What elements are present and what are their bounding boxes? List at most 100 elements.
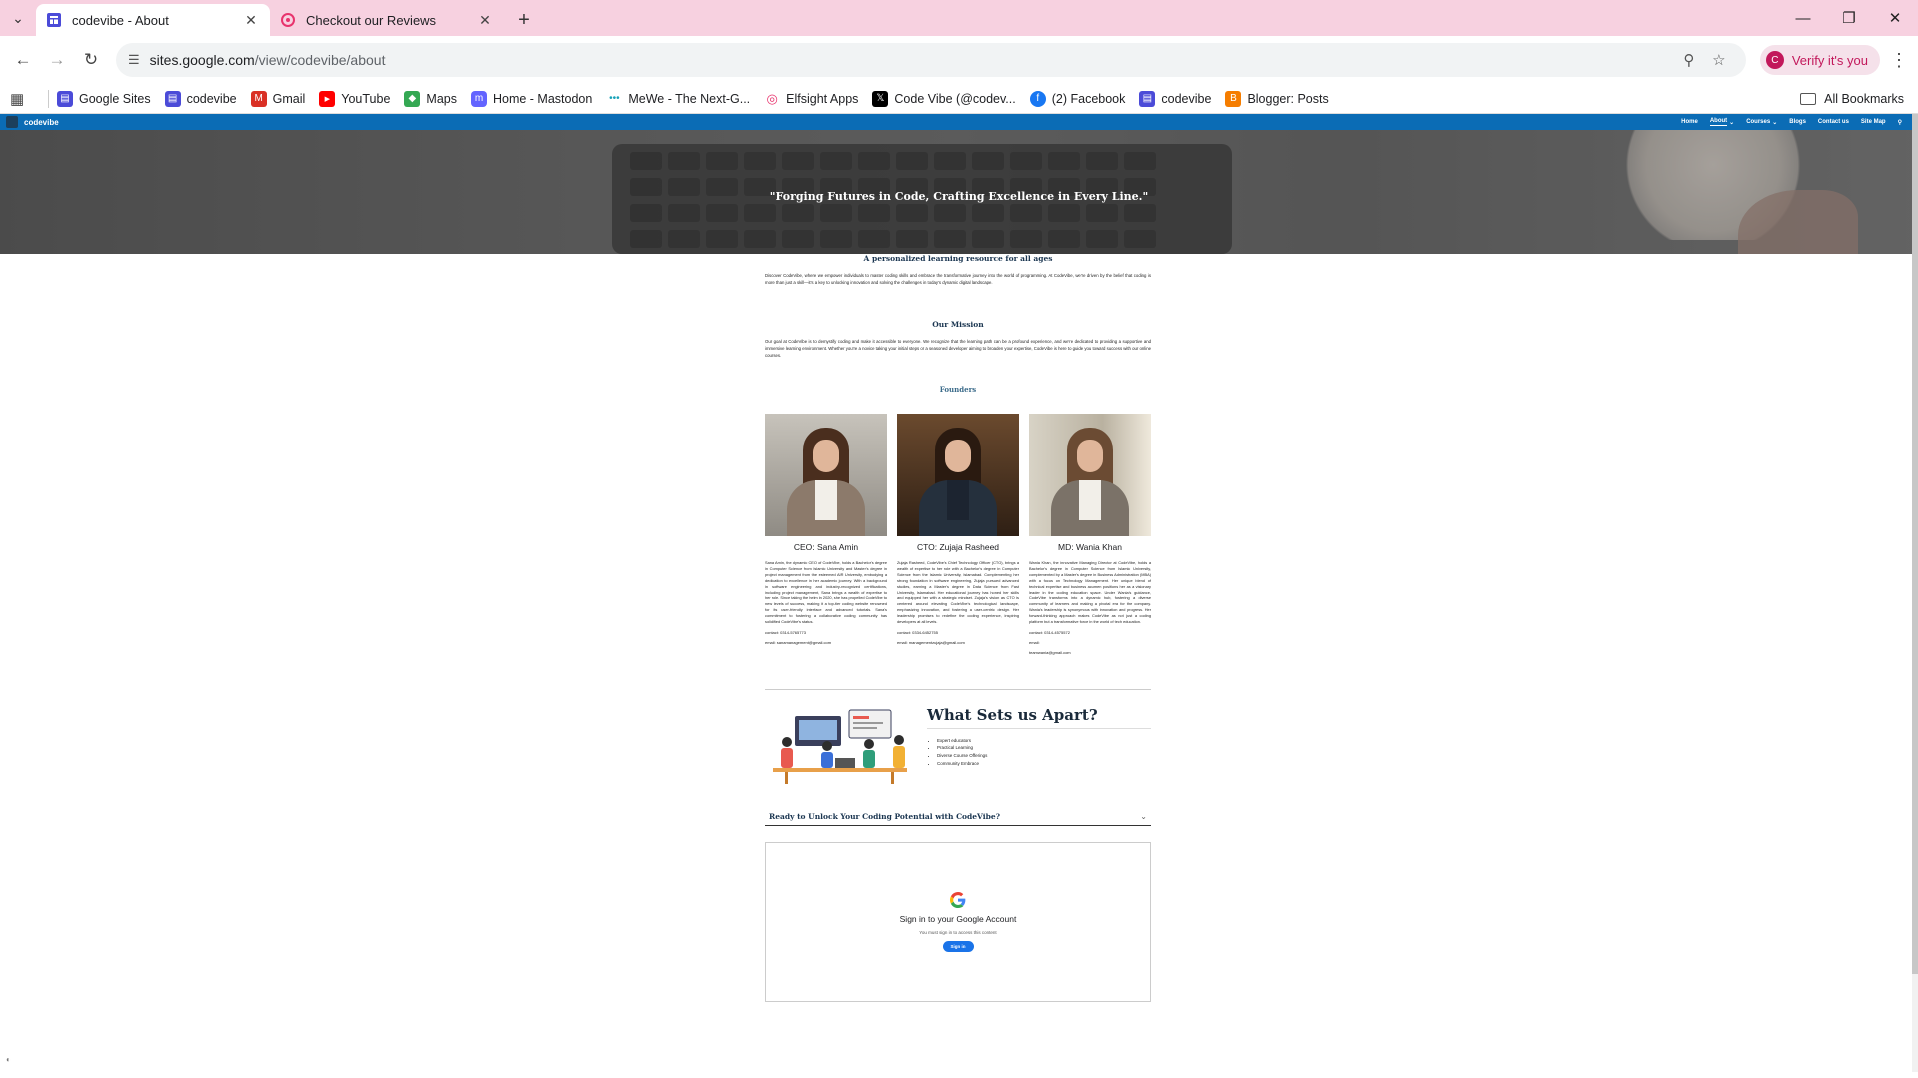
bookmark-label: Elfsight Apps bbox=[786, 91, 859, 106]
founder-contact: contact: 0314-5765773 bbox=[765, 629, 806, 635]
chevron-down-icon[interactable]: ⌄ bbox=[1729, 119, 1734, 126]
tab-close-icon[interactable]: ✕ bbox=[242, 12, 260, 29]
back-icon[interactable]: ← bbox=[6, 43, 40, 77]
team-illustration bbox=[765, 706, 915, 786]
coding-potential-accordion[interactable]: Ready to Unlock Your Coding Potential wi… bbox=[765, 806, 1151, 826]
tab-title: codevibe - About bbox=[72, 12, 169, 28]
bookmark-label: Maps bbox=[426, 91, 457, 106]
bookmark-star-icon[interactable]: ☆ bbox=[1704, 51, 1734, 69]
page-viewport: codevibe Home About ⌄ Courses ⌄ Blogs Contact … bbox=[0, 114, 1918, 1072]
menu-kebab-icon[interactable]: ⋮ bbox=[1886, 50, 1912, 71]
site-name[interactable]: codevibe bbox=[24, 118, 59, 127]
founder-card: CEO: Sana Amin Sana Amin, the dynamic CE… bbox=[765, 414, 887, 654]
tab-reviews[interactable]: Checkout our Reviews ✕ bbox=[270, 4, 504, 36]
founder-bio: Zujaja Rasheed, CodeVibe's Chief Technol… bbox=[897, 560, 1019, 624]
bookmark-item[interactable]: ◆ Maps bbox=[404, 90, 457, 107]
tab-search-chevron-icon[interactable]: ⌄ bbox=[0, 0, 36, 36]
list-item: Expert educators bbox=[937, 737, 1151, 745]
mission-text: Our goal at CodeVibe is to demystify cod… bbox=[765, 339, 1152, 358]
list-item: Diverse Course Offerings bbox=[937, 752, 1151, 760]
forward-icon[interactable]: → bbox=[40, 43, 74, 77]
bookmark-item[interactable]: ▤ codevibe bbox=[164, 90, 237, 107]
founder-card: MD: Wania Khan Wania Khan, the innovativ… bbox=[1029, 414, 1151, 655]
profile-verify-button[interactable]: C Verify it's you bbox=[1759, 45, 1880, 75]
founder-contact: contact: 0334-6452755 bbox=[897, 629, 938, 635]
all-bookmarks-button[interactable]: All Bookmarks bbox=[1800, 92, 1904, 106]
gmail-icon: M bbox=[250, 90, 267, 107]
bookmark-item[interactable]: m Home - Mastodon bbox=[470, 90, 593, 107]
founder-name: CTO: Zujaja Rasheed bbox=[916, 542, 1000, 553]
x-icon: 𝕏 bbox=[872, 90, 889, 107]
site-logo-icon[interactable] bbox=[6, 116, 18, 128]
avatar: C bbox=[1765, 51, 1784, 69]
site-nav-item[interactable]: About bbox=[1709, 118, 1728, 126]
site-nav-item[interactable]: Blogs bbox=[1789, 119, 1806, 125]
site-info-icon[interactable]: ◐ bbox=[6, 1055, 11, 1064]
site-nav-item[interactable]: Site Map bbox=[1861, 119, 1886, 125]
browser-toolbar: ← → ↻ ☰ sites.google.com/view/codevibe/a… bbox=[0, 36, 1918, 84]
bookmark-label: Home - Mastodon bbox=[492, 91, 593, 106]
scrollbar-thumb[interactable] bbox=[1912, 114, 1918, 974]
founder-photo bbox=[897, 414, 1019, 537]
bookmark-label: codevibe bbox=[186, 91, 237, 106]
blogger-icon: B bbox=[1225, 90, 1242, 107]
intro-text: Discover CodeVibe, where we empower indi… bbox=[765, 273, 1151, 285]
site-nav-item[interactable]: Home bbox=[1681, 119, 1698, 125]
founder-email: email: sanamanagement@gmail.com bbox=[765, 639, 832, 645]
mission-heading: Our Mission bbox=[932, 320, 984, 330]
bookmark-item[interactable]: ••• MeWe - The Next-G... bbox=[606, 91, 750, 107]
mastodon-icon: m bbox=[470, 90, 487, 107]
intro-heading: A personalized learning resource for all… bbox=[863, 254, 1053, 263]
facebook-icon: f bbox=[1029, 90, 1046, 107]
folder-icon bbox=[1800, 92, 1817, 105]
bookmark-item[interactable]: M Gmail bbox=[250, 90, 305, 107]
bookmark-item[interactable]: ▤ codevibe bbox=[1139, 90, 1211, 107]
new-tab-button[interactable]: + bbox=[510, 4, 538, 36]
window-controls: — ❐ ✕ bbox=[1780, 0, 1918, 36]
main-content: A personalized learning resource for all… bbox=[765, 254, 1151, 1002]
site-nav-item[interactable]: Courses bbox=[1746, 119, 1770, 125]
bookmark-item[interactable]: B Blogger: Posts bbox=[1225, 90, 1329, 107]
all-bookmarks-label: All Bookmarks bbox=[1824, 91, 1904, 106]
address-bar[interactable]: ☰ sites.google.com/view/codevibe/about ⚲… bbox=[116, 43, 1746, 77]
bookmark-item[interactable]: ◎ Elfsight Apps bbox=[764, 91, 858, 107]
bookmark-item[interactable]: 𝕏 Code Vibe (@codev... bbox=[872, 90, 1016, 107]
bookmark-label: Google Sites bbox=[79, 91, 151, 106]
google-sites-icon: ▤ bbox=[1139, 90, 1156, 107]
site-nav: Home About ⌄ Courses ⌄ Blogs Contact us Site Ma… bbox=[1681, 118, 1912, 126]
page-scrollbar[interactable] bbox=[1912, 114, 1918, 1072]
tab-close-icon[interactable]: ✕ bbox=[476, 12, 494, 29]
site-nav-item[interactable]: Contact us bbox=[1818, 119, 1849, 125]
founder-card: CTO: Zujaja Rasheed Zujaja Rasheed, Code… bbox=[897, 414, 1019, 654]
signin-title: Sign in to your Google Account bbox=[899, 913, 1017, 924]
apart-heading: What Sets us Apart? bbox=[927, 706, 1151, 729]
signin-subtitle: You must sign in to access this content bbox=[919, 929, 997, 935]
verify-label: Verify it's you bbox=[1791, 52, 1868, 68]
bookmark-item[interactable]: f (2) Facebook bbox=[1029, 90, 1126, 107]
minimize-icon[interactable]: — bbox=[1780, 0, 1826, 36]
google-logo-icon bbox=[950, 891, 966, 908]
youtube-icon: ▶ bbox=[319, 90, 336, 107]
tab-codevibe-about[interactable]: codevibe - About ✕ bbox=[36, 4, 270, 36]
restore-icon[interactable]: ❐ bbox=[1826, 0, 1872, 36]
tab-title: Checkout our Reviews bbox=[306, 12, 437, 28]
google-sites-icon: ▤ bbox=[57, 90, 73, 107]
elfsight-icon: ◎ bbox=[766, 90, 778, 106]
founder-name: CEO: Sana Amin bbox=[793, 542, 859, 553]
chevron-down-icon[interactable]: ⌄ bbox=[1140, 812, 1147, 821]
bookmark-label: (2) Facebook bbox=[1051, 91, 1126, 106]
signin-button[interactable]: Sign in bbox=[942, 940, 974, 952]
maps-icon: ◆ bbox=[404, 90, 421, 107]
chevron-down-icon[interactable]: ⌄ bbox=[1772, 119, 1777, 126]
bookmark-item[interactable]: ▤ Google Sites bbox=[57, 90, 151, 107]
url-text[interactable]: sites.google.com/view/codevibe/about bbox=[150, 52, 1674, 68]
search-icon[interactable]: ⚲ bbox=[1898, 119, 1902, 126]
apps-grid-icon[interactable]: ▦ bbox=[10, 90, 40, 108]
bookmark-label: Blogger: Posts bbox=[1247, 91, 1329, 106]
bookmark-item[interactable]: ▶ YouTube bbox=[319, 90, 390, 107]
zoom-icon[interactable]: ⚲ bbox=[1674, 51, 1704, 69]
site-info-icon[interactable]: ☰ bbox=[128, 52, 140, 68]
close-window-icon[interactable]: ✕ bbox=[1872, 0, 1918, 36]
founder-email: email: bbox=[1029, 639, 1040, 645]
reload-icon[interactable]: ↻ bbox=[74, 43, 108, 77]
